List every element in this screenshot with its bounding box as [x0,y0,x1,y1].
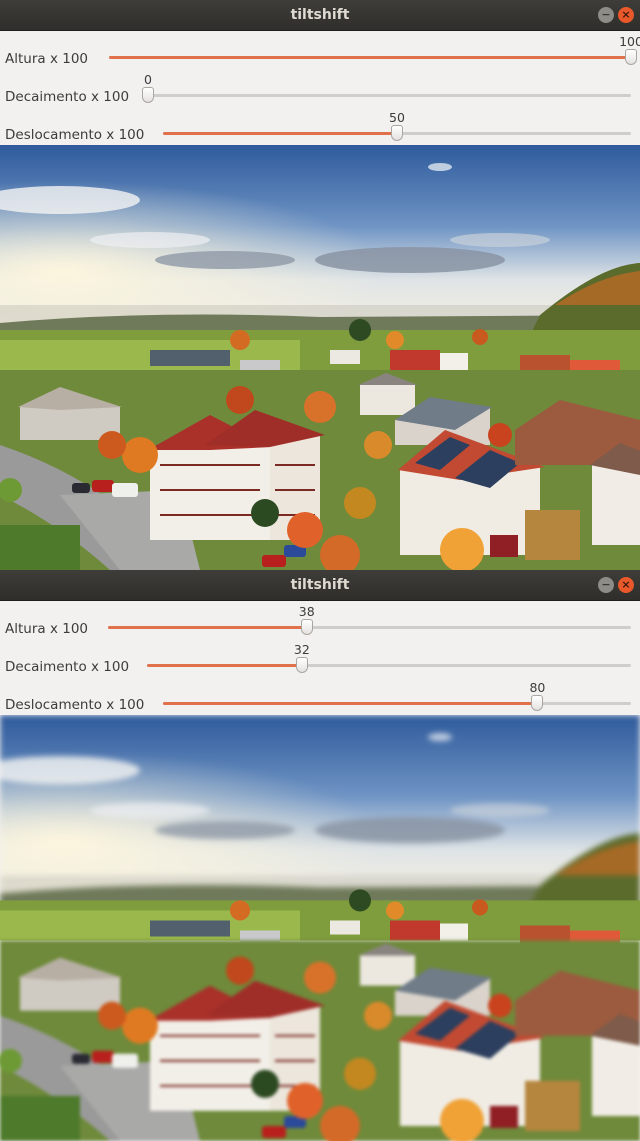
slider-row-altura: Altura x 100 38 [0,601,640,639]
slider-row-decaimento: Decaimento x 100 32 [0,639,640,677]
deslocamento-slider[interactable]: 50 [163,107,631,145]
slider-handle[interactable] [300,619,313,635]
slider-value: 38 [298,604,315,619]
close-icon[interactable]: × [618,577,634,593]
slider-handle[interactable] [391,125,403,141]
slider-label: Deslocamento x 100 [5,127,145,143]
title-bar[interactable]: tiltshift − × [0,570,640,601]
slider-value: 100 [619,34,640,49]
slider-fill [163,702,538,705]
slider-label: Decaimento x 100 [5,89,130,105]
slider-handle[interactable] [531,695,544,711]
slider-row-deslocamento: Deslocamento x 100 80 [0,677,640,715]
village-photo-tiltshift [0,715,640,1141]
slider-label: Altura x 100 [5,621,88,637]
window-title: tiltshift [290,577,350,593]
slider-row-decaimento: Decaimento x 100 0 [0,69,640,107]
slider-handle[interactable] [295,657,308,673]
slider-label: Deslocamento x 100 [5,697,145,713]
slider-panel: Altura x 100 38 Decaimento x 100 32 Desl… [0,601,640,715]
altura-slider[interactable]: 100 [109,31,640,69]
slider-label: Altura x 100 [5,51,88,67]
slider-fill [147,664,302,667]
decaimento-slider[interactable]: 32 [147,639,631,677]
slider-row-deslocamento: Deslocamento x 100 50 [0,107,640,145]
minimize-icon[interactable]: − [598,577,614,593]
slider-value: 0 [144,72,152,87]
close-icon[interactable]: × [618,7,634,23]
minimize-icon[interactable]: − [598,7,614,23]
village-photo [0,145,640,570]
tiltshift-window-original: tiltshift − × Altura x 100 100 Decaiment… [0,0,640,570]
slider-trough[interactable] [148,94,631,97]
deslocamento-slider[interactable]: 80 [163,677,631,715]
slider-fill [109,56,631,59]
altura-slider[interactable]: 38 [108,601,631,639]
slider-fill [108,626,307,629]
slider-value: 80 [529,680,546,695]
slider-fill [163,132,397,135]
slider-handle[interactable] [142,87,154,103]
slider-row-altura: Altura x 100 100 [0,31,640,69]
slider-label: Decaimento x 100 [5,659,130,675]
slider-panel: Altura x 100 100 Decaimento x 100 0 Desl… [0,31,640,145]
slider-value: 50 [389,110,405,125]
window-title: tiltshift [290,7,350,23]
slider-handle[interactable] [625,49,637,65]
title-bar[interactable]: tiltshift − × [0,0,640,31]
decaimento-slider[interactable]: 0 [142,69,631,107]
tiltshift-window-effect: tiltshift − × Altura x 100 38 Decaimento… [0,570,640,1141]
slider-value: 32 [293,642,310,657]
